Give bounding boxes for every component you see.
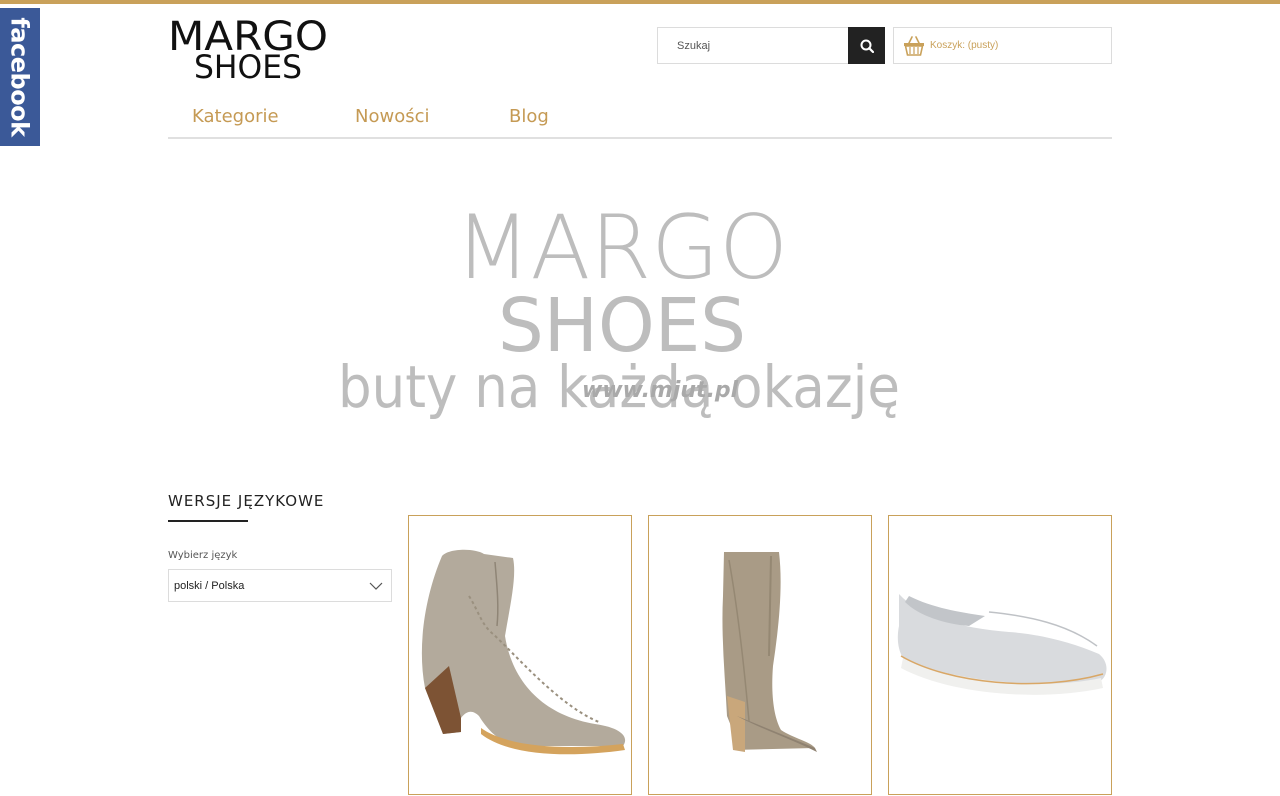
- logo-line2: SHOES: [194, 48, 302, 80]
- language-select[interactable]: polski / Polska: [168, 569, 392, 602]
- top-accent-bar: [0, 0, 1280, 4]
- search-button[interactable]: [848, 27, 885, 64]
- search-input[interactable]: [658, 28, 848, 63]
- cart-widget[interactable]: Koszyk: (pusty): [893, 27, 1112, 64]
- search-box: [657, 27, 885, 64]
- basket-icon: [904, 35, 924, 56]
- facebook-label: facebook: [6, 17, 35, 137]
- facebook-tab[interactable]: facebook: [0, 8, 40, 146]
- main-navigation: Kategorie Nowości Blog: [168, 96, 1112, 139]
- nav-item-nowosci[interactable]: Nowości: [355, 106, 430, 127]
- hero-banner: MARGO SHOES buty na każdą okazję www.mju…: [338, 196, 900, 421]
- cart-label: Koszyk: (pusty): [930, 40, 999, 51]
- knee-boot-image: [722, 552, 817, 752]
- nav-item-blog[interactable]: Blog: [509, 106, 549, 127]
- product-card-knee-boot[interactable]: [648, 515, 872, 795]
- nav-item-kategorie[interactable]: Kategorie: [192, 106, 279, 127]
- site-logo[interactable]: MARGO SHOES: [168, 12, 328, 80]
- language-section-title: WERSJE JĘZYKOWE: [168, 492, 325, 510]
- product-card-slip-on[interactable]: [888, 515, 1112, 795]
- slip-on-image: [897, 594, 1107, 695]
- language-selected-value: polski / Polska: [174, 579, 245, 592]
- ankle-boot-image: [421, 549, 626, 755]
- banner-watermark: www.mjut.pl: [582, 378, 739, 403]
- product-card-ankle-boot[interactable]: [408, 515, 632, 795]
- section-underline: [168, 520, 248, 522]
- language-label: Wybierz język: [168, 550, 238, 561]
- search-icon: [860, 39, 874, 53]
- chevron-down-icon: [369, 582, 383, 590]
